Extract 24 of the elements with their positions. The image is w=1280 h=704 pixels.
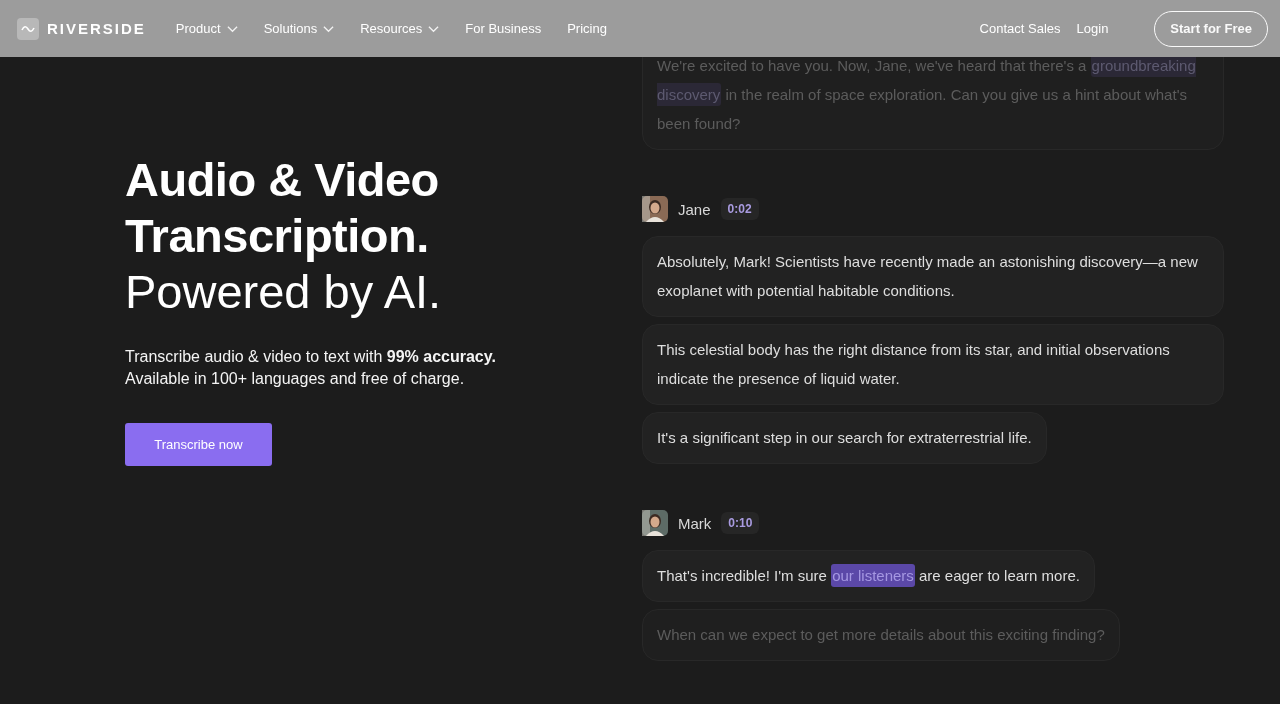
transcript-bubble: Absolutely, Mark! Scientists have recently made an astonishing discovery—a new exoplanet with potential habitable conditions.: [642, 236, 1224, 317]
timestamp: 0:02: [720, 198, 759, 220]
logo-wordmark: RIVERSIDE: [47, 20, 146, 37]
speaker-name: Mark: [678, 514, 712, 532]
wave-icon: [17, 17, 39, 40]
headline-subtitle: Powered by AI.: [125, 264, 443, 320]
headline: Audio & Video: [125, 152, 440, 208]
nav-menu-item[interactable]: Resources: [360, 21, 440, 36]
transcribe-button[interactable]: Transcribe now: [125, 423, 272, 466]
description: Transcribe audio & video to text with 99% accuracy. Available in 100+ languages and free of charge.: [125, 347, 497, 389]
speaker-name: Jane: [678, 200, 711, 218]
transcript-bubble: This celestial body has the right distance from its star, and initial observations indicate the presence of liquid water.: [642, 324, 1224, 405]
timestamp: 0:10: [721, 512, 760, 534]
nav-menu-item[interactable]: Pricing: [567, 21, 607, 36]
nav-link[interactable]: Contact Sales: [979, 21, 1061, 36]
transcript-bubble: When can we expect to get more details about this exciting finding?: [642, 609, 1120, 661]
transcript-bubble: It's a significant step in our search for extraterrestrial life.: [642, 412, 1047, 464]
headline: Transcription.: [125, 208, 430, 264]
highlighted-words: our listeners: [831, 564, 915, 587]
transcript-bubble: That's incredible! I'm sure our listeners are eager to learn more.: [642, 550, 1095, 602]
nav-link[interactable]: Login: [1076, 21, 1109, 36]
nav-menu-item[interactable]: Solutions: [263, 21, 335, 36]
nav-menu-item[interactable]: Product: [175, 21, 238, 36]
nav-menu-item[interactable]: For Business: [465, 21, 542, 36]
